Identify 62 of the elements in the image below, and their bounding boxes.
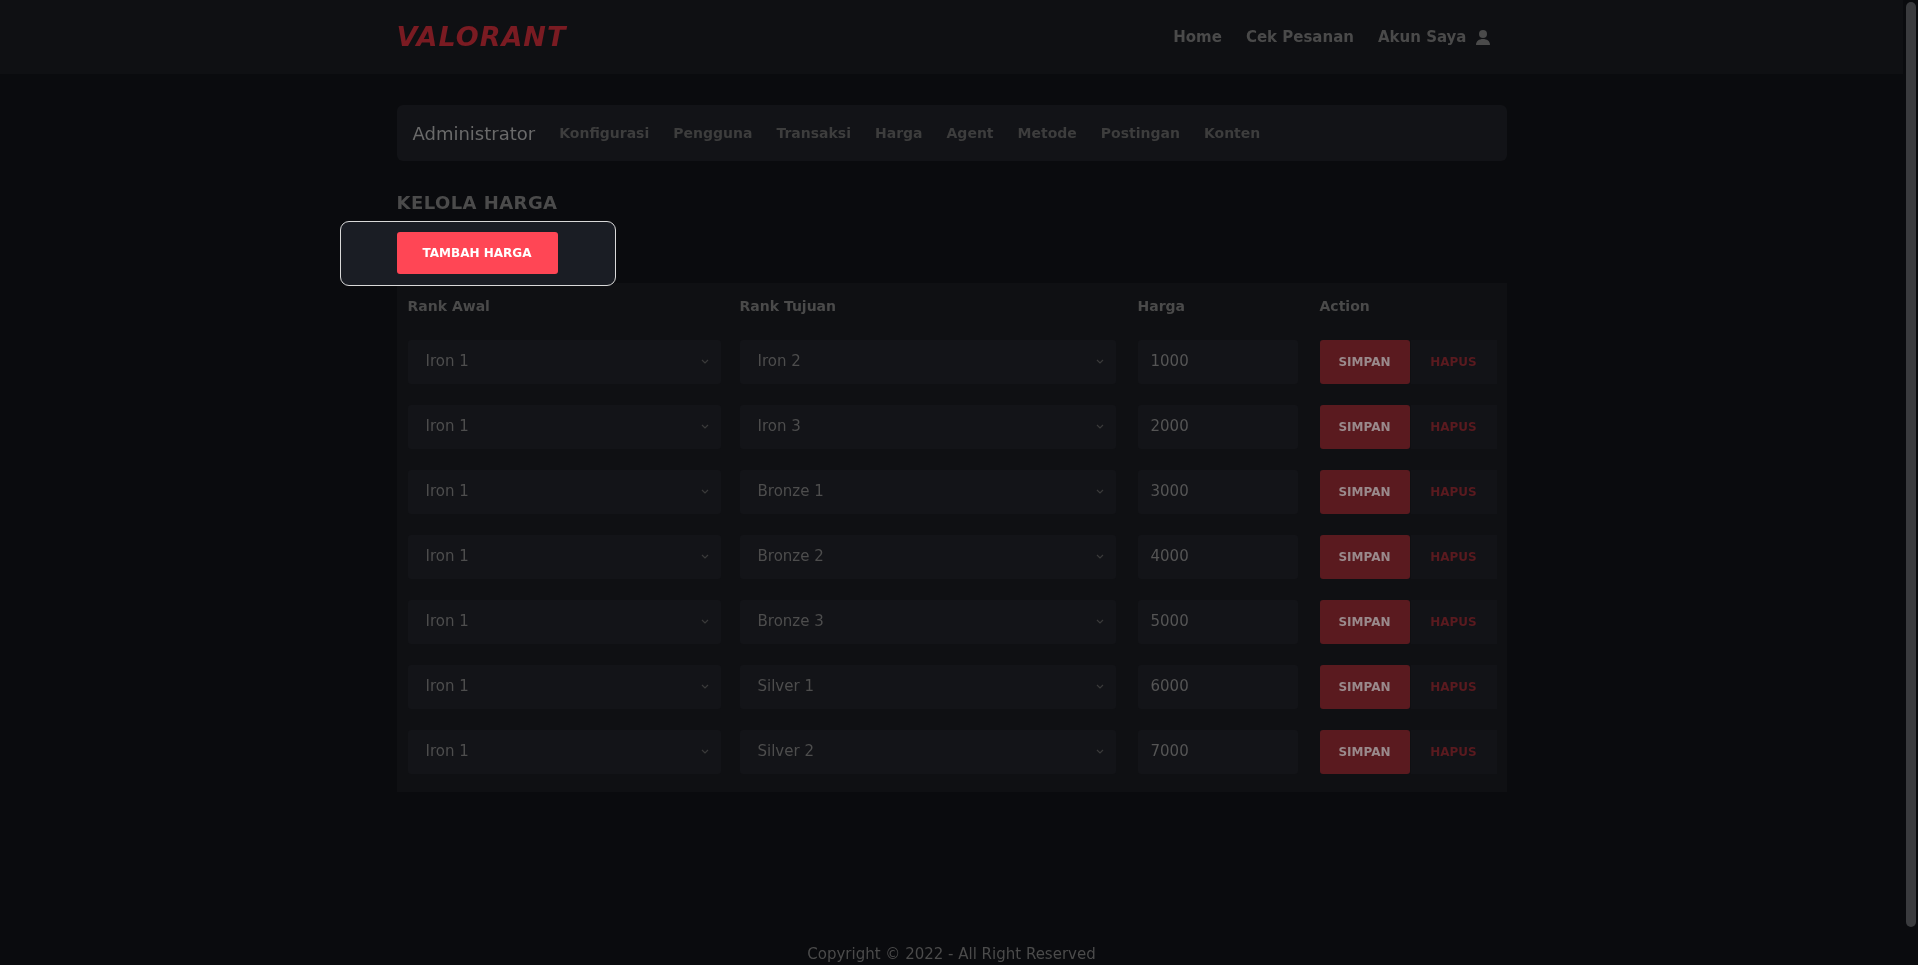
select-field[interactable]: Iron 1 [407, 339, 721, 384]
brand-logo[interactable]: VALORANT [396, 16, 567, 58]
column-header: Action [1319, 296, 1371, 316]
price-input[interactable]: 4000 [1137, 534, 1298, 579]
delete-button[interactable]: HAPUS [1410, 534, 1497, 579]
select-field[interactable]: Iron 3 [739, 404, 1116, 449]
chevron-down-icon [1095, 554, 1104, 559]
price-input[interactable]: 3000 [1137, 469, 1298, 514]
delete-button[interactable]: HAPUS [1410, 469, 1497, 514]
chevron-down-icon [700, 359, 709, 364]
chevron-down-icon [1095, 619, 1104, 624]
save-button[interactable]: SIMPAN [1319, 729, 1410, 774]
save-button[interactable]: SIMPAN [1319, 469, 1410, 514]
price-input[interactable]: 1000 [1137, 339, 1298, 384]
select-field[interactable]: Bronze 2 [739, 534, 1116, 579]
select-field[interactable]: Silver 1 [739, 664, 1116, 709]
save-button[interactable]: SIMPAN [1319, 534, 1410, 579]
save-button[interactable]: SIMPAN [1319, 404, 1410, 449]
select-field[interactable]: Iron 1 [407, 534, 721, 579]
select-field[interactable]: Bronze 1 [739, 469, 1116, 514]
chevron-down-icon [1095, 684, 1104, 689]
column-header: Rank Tujuan [739, 296, 838, 316]
chevron-down-icon [700, 619, 709, 624]
save-button[interactable]: SIMPAN [1319, 339, 1410, 384]
admin-title: Administrator [412, 121, 536, 146]
delete-button[interactable]: HAPUS [1410, 599, 1497, 644]
chevron-down-icon [700, 554, 709, 559]
select-field[interactable]: Iron 1 [407, 729, 721, 774]
nav-link[interactable]: Home [1173, 25, 1222, 49]
save-button[interactable]: SIMPAN [1319, 599, 1410, 644]
nav-link[interactable]: Akun Saya [1377, 25, 1491, 49]
select-field[interactable]: Iron 1 [407, 469, 721, 514]
select-field[interactable]: Silver 2 [739, 729, 1116, 774]
footer-copyright: Copyright © 2022 - All Right Reserved [807, 945, 1096, 963]
select-field[interactable]: Iron 1 [407, 599, 721, 644]
price-input[interactable]: 2000 [1137, 404, 1298, 449]
user-icon [1474, 29, 1491, 45]
chevron-down-icon [1095, 424, 1104, 429]
add-price-button[interactable]: TAMBAH HARGA [396, 232, 558, 274]
nav-link[interactable]: Cek Pesanan [1245, 25, 1354, 49]
delete-button[interactable]: HAPUS [1410, 404, 1497, 449]
save-button[interactable]: SIMPAN [1319, 664, 1410, 709]
chevron-down-icon [700, 424, 709, 429]
delete-button[interactable]: HAPUS [1410, 729, 1497, 774]
chevron-down-icon [700, 684, 709, 689]
chevron-down-icon [700, 489, 709, 494]
chevron-down-icon [1095, 749, 1104, 754]
chevron-down-icon [700, 749, 709, 754]
select-field[interactable]: Bronze 3 [739, 599, 1116, 644]
price-input[interactable]: 5000 [1137, 599, 1298, 644]
price-input[interactable]: 6000 [1137, 664, 1298, 709]
column-header: Rank Awal [407, 296, 491, 316]
delete-button[interactable]: HAPUS [1410, 664, 1497, 709]
select-field[interactable]: Iron 1 [407, 404, 721, 449]
page-title: KELOLA HARGA [396, 191, 559, 215]
chevron-down-icon [1095, 359, 1104, 364]
select-field[interactable]: Iron 2 [739, 339, 1116, 384]
delete-button[interactable]: HAPUS [1410, 339, 1497, 384]
price-input[interactable]: 7000 [1137, 729, 1298, 774]
select-field[interactable]: Iron 1 [407, 664, 721, 709]
column-header: Harga [1137, 296, 1187, 316]
chevron-down-icon [1095, 489, 1104, 494]
